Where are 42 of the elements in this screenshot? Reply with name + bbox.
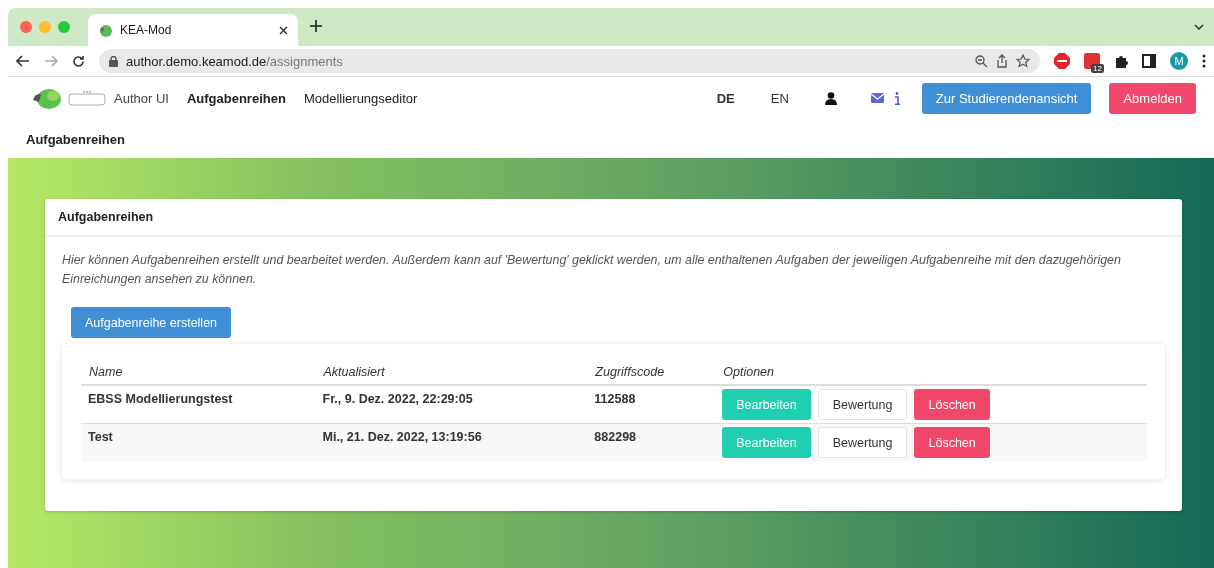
address-bar[interactable]: author.demo.keamod.de/assignments [99,49,1040,73]
language-option[interactable]: EN [770,90,789,106]
back-icon[interactable] [16,55,30,67]
grading-button[interactable]: Bewertung [817,427,908,458]
column-header: Name [81,360,316,385]
language-option[interactable]: DE [716,90,735,106]
share-icon[interactable] [996,54,1008,68]
chevron-down-icon[interactable] [1194,24,1204,30]
table-cell: Test [81,423,316,461]
grading-button[interactable]: Bewertung [817,389,908,420]
reload-icon[interactable] [72,54,85,68]
table-cell: Fr., 9. Dez. 2022, 22:29:05 [315,385,588,424]
description: Hier können Aufgabenreihen erstellt und bearbeitet werden. Außerdem kann auf 'Bewertung' geklickt werden, um alle enthaltenen Aufgaben der jeweiligen Aufgabenreihe mit den dazugehörigen Einreichungen ansehen zu können. [62,252,1122,288]
side-panel-icon[interactable] [1142,54,1156,68]
stop-sign-icon[interactable] [1054,53,1070,69]
page-title: Aufgabenreihen [25,131,126,149]
info-icon[interactable] [893,91,900,105]
table-cell: Mi., 21. Dez. 2022, 13:19:56 [315,423,588,461]
star-icon[interactable] [1016,54,1030,68]
column-header: Aktualisiert [315,360,588,385]
column-header: Zugriffscode [587,360,716,385]
logout-button[interactable]: Abmelden [1109,82,1196,114]
delete-button[interactable]: Löschen [914,389,990,420]
delete-button[interactable]: Löschen [914,427,990,458]
column-header: Optionen [715,360,1147,385]
card-title: Aufgabenreihen [45,199,1182,237]
app-name: Author UI [114,90,169,106]
zoom-out-icon[interactable] [975,54,988,68]
nav-link[interactable]: Aufgabenreihen [186,90,286,106]
new-tab-icon[interactable] [310,20,322,32]
puzzle-icon[interactable] [1114,54,1128,68]
browser-tab[interactable]: KEA-Mod [88,14,298,46]
lock-icon [109,55,118,67]
parrot-logo [32,87,62,109]
table-cell: 112588 [587,385,716,424]
nav-link[interactable]: Modellierungseditor [303,90,418,106]
table-cell: EBSS Modellierungstest [81,385,316,424]
close-tab-icon[interactable] [279,25,288,35]
more-menu-icon[interactable] [1202,54,1206,68]
table-cell: 882298 [587,423,716,461]
user-icon[interactable] [824,91,837,105]
mail-icon[interactable] [870,93,884,103]
